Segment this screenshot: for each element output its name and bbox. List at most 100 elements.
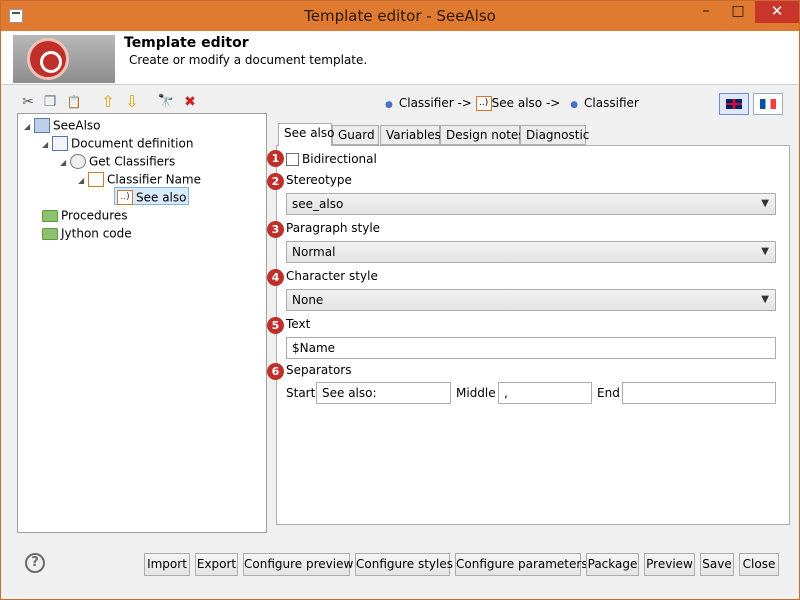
tree-node-label: Document definition <box>71 136 194 151</box>
tab-see-also[interactable]: See also <box>278 123 334 146</box>
english-flag-button[interactable] <box>719 93 749 115</box>
paragraph-style-value: Normal <box>292 245 336 259</box>
step-badge-1: 1 <box>267 150 284 167</box>
header-title: Template editor <box>124 35 249 51</box>
package-button[interactable]: Package <box>586 553 639 576</box>
expand-arrow-icon[interactable]: ◢ <box>24 118 34 136</box>
start-label: Start <box>286 386 316 400</box>
document-icon <box>52 136 68 151</box>
middle-separator-input[interactable]: , <box>498 382 592 404</box>
see-also-node-icon: ..) <box>117 190 133 205</box>
properties-panel: ● Classifier -> ..) See also -> ● Classifie… <box>267 87 793 533</box>
tree-node-jython-code[interactable]: Jython code <box>42 224 132 242</box>
tab-diagnostic[interactable]: Diagnostic <box>520 125 589 145</box>
breadcrumb-part: Classifier <box>584 96 639 110</box>
help-icon[interactable]: ? <box>25 553 45 573</box>
title-bar: Template editor - SeeAlso – □ ✕ <box>1 1 799 31</box>
end-label: End <box>597 386 620 400</box>
bullet-icon: ● <box>385 100 393 110</box>
stereotype-label: Stereotype <box>286 173 352 187</box>
preview-button[interactable]: Preview <box>644 553 695 576</box>
paragraph-style-select[interactable]: Normal ▼ <box>286 241 776 263</box>
template-editor-window: Template editor - SeeAlso – □ ✕ Template… <box>0 0 800 600</box>
tree-node-label: See also <box>136 190 187 205</box>
minimize-button[interactable]: – <box>691 1 721 23</box>
end-separator-input[interactable] <box>622 382 776 404</box>
start-separator-input[interactable]: See also: <box>316 382 451 404</box>
france-flag-icon <box>760 99 776 109</box>
french-flag-button[interactable] <box>753 93 783 115</box>
delete-icon[interactable]: ✖ <box>181 93 199 111</box>
character-style-select[interactable]: None ▼ <box>286 289 776 311</box>
tree-node-label: SeeAlso <box>53 118 101 133</box>
separators-label: Separators <box>286 363 352 377</box>
expand-arrow-icon[interactable]: ◢ <box>42 136 52 154</box>
save-button[interactable]: Save <box>700 553 734 576</box>
character-style-label: Character style <box>286 269 378 283</box>
export-button[interactable]: Export <box>195 553 238 576</box>
step-badge-5: 5 <box>267 317 284 334</box>
arrow-up-icon[interactable]: ⇧ <box>99 93 117 111</box>
tree-node-see-also[interactable]: ..) See also <box>114 187 190 205</box>
configure-parameters-button[interactable]: Configure parameters <box>455 553 588 576</box>
expand-arrow-icon[interactable]: ◢ <box>78 172 88 190</box>
tree-node-get-classifiers[interactable]: ◢ Get Classifiers <box>60 152 175 170</box>
search-node-icon <box>70 154 86 169</box>
import-button[interactable]: Import <box>144 553 190 576</box>
header-subtitle: Create or modify a document template. <box>129 53 368 67</box>
middle-label: Middle <box>456 386 496 400</box>
tree-node-label: Classifier Name <box>107 172 201 187</box>
folder-icon <box>42 227 58 240</box>
see-also-tab-content: 1 Bidirectional 2 Stereotype see_also ▼ … <box>267 145 790 525</box>
chevron-down-icon: ▼ <box>761 246 769 257</box>
breadcrumb-part: See also -> <box>491 96 561 110</box>
window-title: Template editor - SeeAlso <box>304 7 496 25</box>
tree-node-label: Get Classifiers <box>89 154 176 169</box>
expand-arrow-icon[interactable]: ◢ <box>60 154 70 172</box>
stereotype-value: see_also <box>292 197 344 211</box>
close-button[interactable]: Close <box>739 553 779 576</box>
stereotype-select[interactable]: see_also ▼ <box>286 193 776 215</box>
chevron-down-icon: ▼ <box>761 198 769 209</box>
tree-node-classifier-name[interactable]: ◢ Classifier Name <box>78 170 201 188</box>
logo-disc-icon <box>27 38 69 80</box>
header-banner: Template editor Create or modify a docum… <box>1 31 799 85</box>
bidirectional-label: Bidirectional <box>302 152 377 166</box>
template-tree-panel: ✂ ❐ 📋 ⇧ ⇩ 🔭 ✖ ◢ SeeAlso ◢ Document definit… <box>15 87 267 533</box>
tree-node-procedures[interactable]: Procedures <box>42 206 128 224</box>
step-badge-6: 6 <box>267 363 284 380</box>
tab-guard[interactable]: Guard <box>332 125 379 145</box>
arrow-down-icon[interactable]: ⇩ <box>123 93 141 111</box>
folder-icon <box>42 209 58 222</box>
breadcrumb: ● Classifier -> ..) See also -> ● Classifie… <box>385 93 639 113</box>
bullet-icon: ● <box>570 100 579 110</box>
tree-node-document-definition[interactable]: ◢ Document definition <box>42 134 193 152</box>
chevron-down-icon: ▼ <box>761 294 769 305</box>
tab-variables[interactable]: Variables <box>380 125 441 145</box>
tree-node-seealso[interactable]: ◢ SeeAlso <box>24 116 101 134</box>
tree-node-label: Procedures <box>61 208 128 223</box>
maximize-button[interactable]: □ <box>723 1 753 23</box>
text-input[interactable]: $Name <box>286 337 776 359</box>
tree-node-label: Jython code <box>61 226 132 241</box>
paragraph-style-label: Paragraph style <box>286 221 381 235</box>
copy-icon[interactable]: ❐ <box>41 93 59 111</box>
logo <box>13 35 115 83</box>
scissors-icon[interactable]: ✂ <box>19 93 37 111</box>
configure-preview-button[interactable]: Configure preview <box>243 553 353 576</box>
character-style-value: None <box>292 293 324 307</box>
step-badge-3: 3 <box>267 221 284 238</box>
text-label: Text <box>286 317 311 331</box>
step-badge-2: 2 <box>267 173 284 190</box>
configure-styles-button[interactable]: Configure styles <box>355 553 453 576</box>
close-window-button[interactable]: ✕ <box>755 1 799 23</box>
tab-design-notes[interactable]: Design notes <box>440 125 525 145</box>
step-badge-4: 4 <box>267 269 284 286</box>
paste-icon[interactable]: 📋 <box>65 93 83 111</box>
template-tree: ◢ SeeAlso ◢ Document definition ◢ Get Class… <box>17 113 267 533</box>
breadcrumb-part: Classifier -> <box>398 96 472 110</box>
class-node-icon <box>88 172 104 187</box>
template-icon <box>34 118 50 133</box>
bidirectional-checkbox[interactable] <box>286 153 299 166</box>
binoculars-icon[interactable]: 🔭 <box>157 93 175 111</box>
